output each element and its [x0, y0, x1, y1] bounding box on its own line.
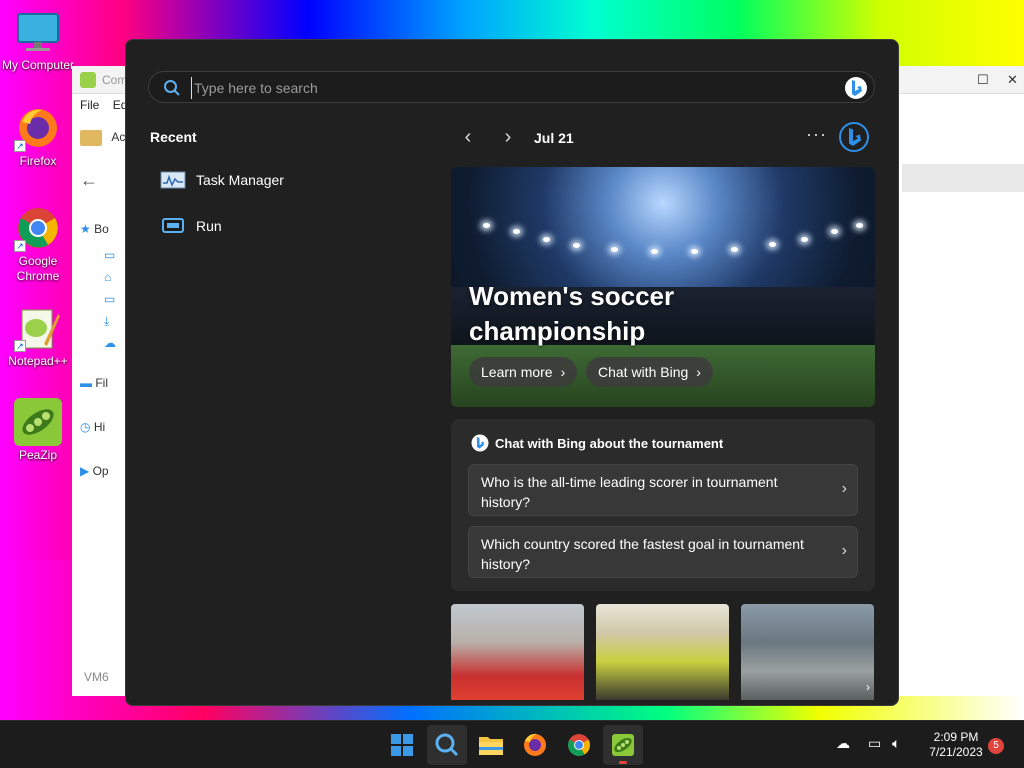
next-button[interactable]: ›	[498, 127, 518, 148]
recent-item-run[interactable]: Run	[150, 208, 410, 244]
firefox-icon	[524, 733, 546, 756]
taskbar-chrome[interactable]	[559, 725, 599, 765]
taskbar-file-explorer[interactable]	[471, 725, 511, 765]
close-icon[interactable]: ✕	[1007, 72, 1018, 88]
search-box[interactable]	[148, 71, 875, 103]
run-icon	[160, 216, 186, 236]
chevron-right-icon: ›	[841, 480, 847, 497]
network-icon[interactable]: ▭	[868, 735, 881, 752]
shortcut-arrow-icon: ↗	[14, 140, 26, 152]
star-icon: ★	[80, 222, 91, 236]
more-options-button[interactable]: ···	[806, 124, 827, 145]
menu-bar: File Ed	[80, 98, 127, 112]
previous-button[interactable]: ‹	[458, 127, 478, 148]
news-thumbnail-stadium[interactable]: ›	[741, 604, 874, 700]
sidebar-item-bookmarks[interactable]: ★ Bo	[80, 222, 109, 236]
notification-badge[interactable]: 5	[988, 738, 1004, 754]
restore-icon[interactable]: ☐	[977, 72, 989, 88]
learn-more-button[interactable]: Learn more ›	[469, 357, 578, 387]
bing-chat-icon[interactable]	[838, 121, 870, 153]
back-icon[interactable]: ←	[80, 170, 98, 191]
firefox-icon: ↗	[14, 104, 62, 152]
taskbar-firefox[interactable]	[515, 725, 555, 765]
window-title: Com	[102, 73, 128, 87]
desktop-icon-my-computer[interactable]: My Computer	[0, 8, 76, 72]
taskbar-search-button[interactable]	[427, 725, 467, 765]
selected-row[interactable]	[902, 164, 1024, 192]
chevron-right-icon[interactable]: ›	[866, 680, 870, 694]
news-thumbnail-fans[interactable]	[596, 604, 729, 700]
file-explorer-icon	[479, 737, 503, 755]
chat-card-heading: Chat with Bing about the tournament	[471, 434, 723, 452]
shortcut-arrow-icon: ↗	[14, 340, 26, 352]
desktop-icon-label: Google Chrome	[16, 254, 60, 283]
bing-icon[interactable]	[844, 76, 868, 100]
monitor-icon	[14, 8, 62, 56]
peazip-icon	[612, 734, 634, 756]
status-text: VM6	[84, 670, 109, 684]
recent-heading: Recent	[150, 129, 197, 145]
cloud-offline-icon[interactable]: ☁	[836, 735, 850, 752]
menu-file[interactable]: File	[80, 98, 99, 112]
running-indicator	[619, 761, 627, 764]
peazip-icon	[14, 398, 62, 446]
sidebar-item-files[interactable]: ▬ Fil	[80, 376, 108, 390]
play-icon: ▶	[80, 464, 90, 478]
shortcut-arrow-icon: ↗	[14, 240, 26, 252]
history-icon: ◷	[80, 420, 91, 434]
recent-item-label: Run	[196, 218, 222, 234]
clock[interactable]: 2:09 PM 7/21/2023	[918, 730, 994, 760]
desktop-icon-label: Notepad++	[8, 354, 68, 368]
desktop-icon-label: My Computer	[1, 58, 75, 72]
recent-item-task-manager[interactable]: Task Manager	[150, 162, 410, 198]
question-button[interactable]: Who is the all-time leading scorer in to…	[468, 464, 858, 516]
taskbar: ☁ ▭ 🔈︎ 2:09 PM 7/21/2023 5	[0, 720, 1024, 768]
task-manager-icon	[160, 170, 186, 190]
chat-with-bing-button[interactable]: Chat with Bing ›	[586, 357, 713, 387]
address-bar[interactable]: Ac	[80, 130, 125, 146]
sidebar-item-operations[interactable]: ▶ Op	[80, 464, 109, 478]
chevron-right-icon: ›	[560, 364, 566, 380]
desktop-icon-firefox[interactable]: ↗ Firefox	[0, 104, 76, 168]
chrome-icon	[568, 734, 590, 756]
bing-icon	[471, 434, 489, 452]
taskbar-peazip[interactable]	[603, 725, 643, 765]
sidebar-subitems: ▭ ⌂ ▭ ⤓ ☁	[104, 248, 116, 350]
search-flyout: Recent Task Manager Run ‹ › Jul 21 ···	[125, 39, 899, 706]
volume-icon[interactable]: 🔈︎	[892, 735, 900, 752]
notepadpp-icon: ↗	[14, 304, 62, 352]
start-icon	[391, 734, 413, 756]
question-button[interactable]: Which country scored the fastest goal in…	[468, 526, 858, 578]
news-thumbnail-player[interactable]	[451, 604, 584, 700]
folder-icon	[80, 130, 102, 146]
start-button[interactable]	[382, 725, 422, 765]
clock-date: 7/21/2023	[929, 745, 983, 759]
desktop-icon-notepadpp[interactable]: ↗ Notepad++	[0, 304, 76, 368]
question-text: Which country scored the fastest goal in…	[481, 536, 804, 572]
folder-icon: ▬	[80, 376, 92, 390]
desktop-icon-chrome[interactable]: ↗ Google Chrome	[0, 204, 76, 284]
app-icon	[80, 72, 96, 88]
clock-time: 2:09 PM	[933, 730, 979, 744]
question-text: Who is the all-time leading scorer in to…	[481, 474, 778, 510]
search-input[interactable]	[191, 77, 791, 99]
chevron-right-icon: ›	[696, 364, 701, 380]
desktop-icon-label: Firefox	[19, 154, 57, 168]
desktop-icon-peazip[interactable]: PeaZip	[0, 398, 76, 462]
desktop-icon-label: PeaZip	[18, 448, 58, 462]
search-icon	[435, 733, 459, 757]
chrome-icon: ↗	[14, 204, 62, 252]
chevron-right-icon: ›	[841, 542, 847, 559]
recent-item-label: Task Manager	[196, 172, 284, 188]
search-icon	[164, 80, 180, 96]
chat-card: Chat with Bing about the tournament Who …	[451, 419, 875, 591]
hero-title: Women's soccer championship	[469, 281, 675, 346]
hero-card[interactable]: Women's soccer championship Learn more › …	[451, 167, 875, 407]
date-label: Jul 21	[534, 130, 574, 146]
sidebar-item-history[interactable]: ◷ Hi	[80, 420, 105, 434]
